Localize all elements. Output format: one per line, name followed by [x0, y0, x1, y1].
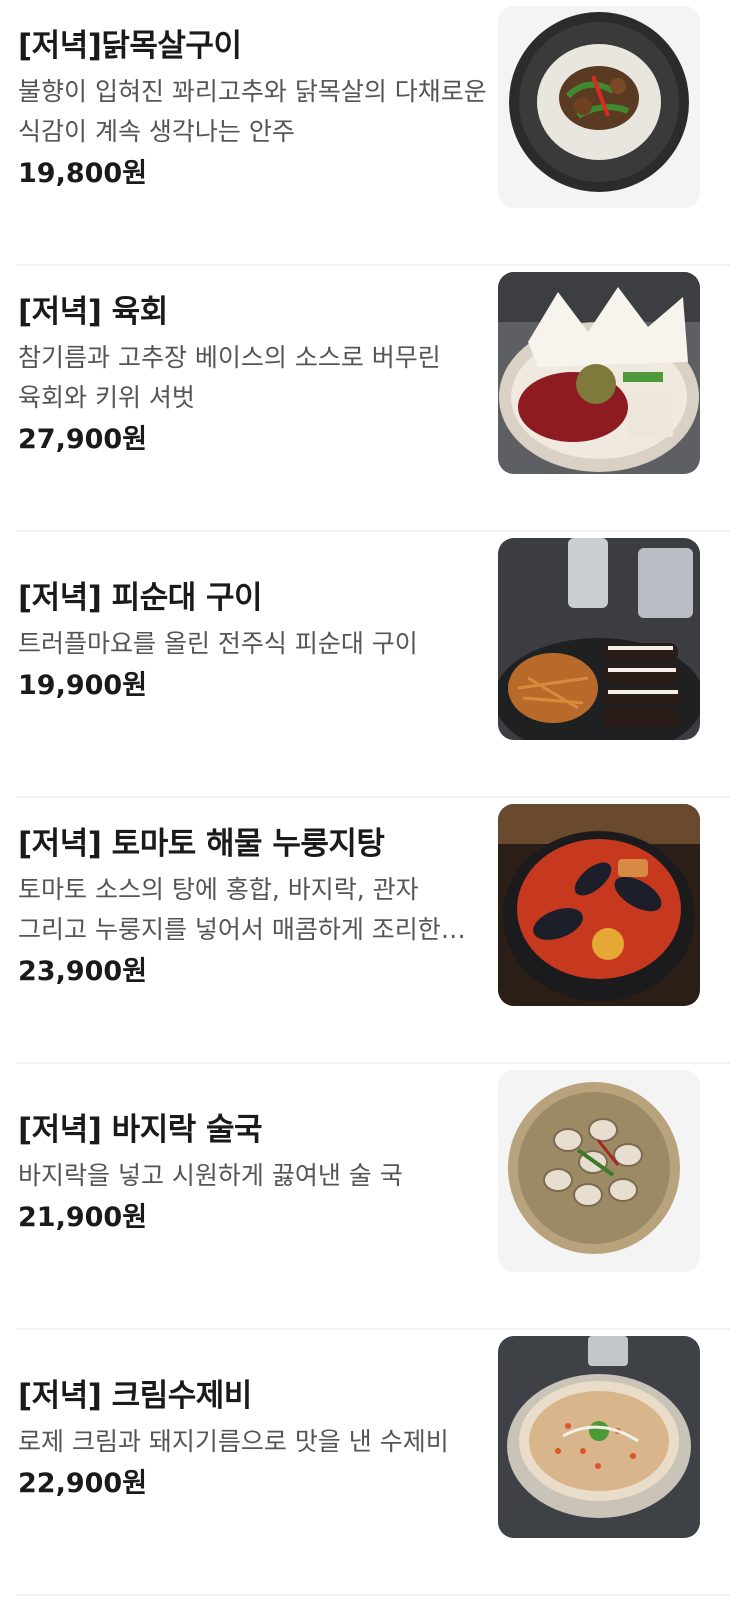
menu-item-photo[interactable]: [498, 6, 700, 208]
menu-item-description: 트러플마요를 올린 전주식 피순대 구이: [18, 629, 418, 658]
menu-item-info: [저녁] 토마토 해물 누룽지탕 토마토 소스의 탕에 홍합, 바지락, 관자 …: [18, 818, 488, 998]
menu-item-title: [저녁] 토마토 해물 누룽지탕: [18, 826, 385, 862]
menu-item-photo[interactable]: [498, 272, 700, 474]
dish-photo-icon: [498, 6, 700, 208]
menu-item-yukhoe[interactable]: [저녁] 육회 참기름과 고추장 베이스의 소스로 버무린 육회와 키위 셔벗 …: [0, 266, 746, 532]
menu-item-blood-sausage[interactable]: [저녁] 피순대 구이 트러플마요를 올린 전주식 피순대 구이 19,900원: [0, 532, 746, 798]
menu-item-info: [저녁] 바지락 술국 바지락을 넣고 시원하게 끓여낸 술 국 21,900원: [18, 1084, 488, 1264]
menu-item-photo[interactable]: [498, 804, 700, 1006]
menu-item-title: [저녁] 바지락 술국: [18, 1112, 263, 1148]
menu-item-price: 27,900원: [18, 424, 148, 455]
menu-item-description: 참기름과 고추장 베이스의 소스로 버무린 육회와 키위 셔벗: [18, 343, 441, 412]
menu-item-tomato-seafood[interactable]: [저녁] 토마토 해물 누룽지탕 토마토 소스의 탕에 홍합, 바지락, 관자 …: [0, 798, 746, 1064]
menu-item-price: 19,800원: [18, 158, 148, 189]
menu-item-photo[interactable]: [498, 1070, 700, 1272]
menu-item-title: [저녁]닭목살구이: [18, 28, 242, 64]
menu-item-info: [저녁] 육회 참기름과 고추장 베이스의 소스로 버무린 육회와 키위 셔벗 …: [18, 286, 488, 466]
menu-item-info: [저녁] 피순대 구이 트러플마요를 올린 전주식 피순대 구이 19,900원: [18, 552, 488, 732]
menu-item-price: 22,900원: [18, 1468, 148, 1499]
menu-item-title: [저녁] 크림수제비: [18, 1378, 252, 1414]
dish-photo-icon: [498, 538, 700, 740]
divider: [16, 1594, 730, 1596]
menu-item-price: 21,900원: [18, 1202, 148, 1233]
menu-item-price: 23,900원: [18, 956, 148, 987]
menu-item-description: 로제 크림과 돼지기름으로 맛을 낸 수제비: [18, 1427, 449, 1456]
menu-item-photo[interactable]: [498, 1336, 700, 1538]
menu-list: [저녁]닭목살구이 불향이 입혀진 꽈리고추와 닭목살의 다채로운 식감이 계속…: [0, 0, 746, 1618]
menu-item-info: [저녁] 크림수제비 로제 크림과 돼지기름으로 맛을 낸 수제비 22,900…: [18, 1350, 488, 1530]
menu-item-title: [저녁] 피순대 구이: [18, 580, 263, 616]
dish-photo-icon: [498, 272, 700, 474]
menu-item-cream-sujebi[interactable]: [저녁] 크림수제비 로제 크림과 돼지기름으로 맛을 낸 수제비 22,900…: [0, 1330, 746, 1596]
dish-photo-icon: [498, 804, 700, 1006]
dish-photo-icon: [498, 1336, 700, 1538]
menu-item-chicken-neck[interactable]: [저녁]닭목살구이 불향이 입혀진 꽈리고추와 닭목살의 다채로운 식감이 계속…: [0, 0, 746, 266]
menu-item-description: 바지락을 넣고 시원하게 끓여낸 술 국: [18, 1161, 403, 1190]
menu-item-clam-soup[interactable]: [저녁] 바지락 술국 바지락을 넣고 시원하게 끓여낸 술 국 21,900원: [0, 1064, 746, 1330]
menu-item-price: 19,900원: [18, 670, 148, 701]
menu-item-info: [저녁]닭목살구이 불향이 입혀진 꽈리고추와 닭목살의 다채로운 식감이 계속…: [18, 20, 488, 200]
menu-item-description: 불향이 입혀진 꽈리고추와 닭목살의 다채로운 식감이 계속 생각나는 안주: [18, 77, 487, 146]
menu-item-title: [저녁] 육회: [18, 294, 168, 330]
menu-item-photo[interactable]: [498, 538, 700, 740]
dish-photo-icon: [498, 1070, 700, 1272]
menu-item-description: 토마토 소스의 탕에 홍합, 바지락, 관자 그리고 누룽지를 넣어서 매콤하게…: [18, 875, 441, 944]
